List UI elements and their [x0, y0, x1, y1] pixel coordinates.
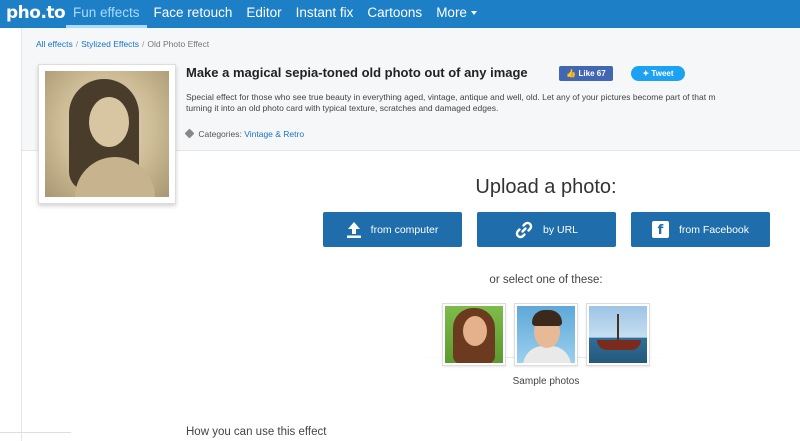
tag-icon	[184, 128, 195, 139]
upload-arrow-icon	[346, 221, 361, 238]
description-line-2: turning it into an old photo card with t…	[186, 103, 499, 113]
tweet-label: Tweet	[651, 69, 674, 78]
page-title: Make a magical sepia-toned old photo out…	[186, 65, 528, 80]
sample-photo-man[interactable]	[514, 303, 578, 366]
by-url-label: by URL	[542, 223, 578, 236]
upload-by-url-button[interactable]: by URL	[477, 212, 616, 247]
effect-preview-image	[38, 64, 176, 204]
sample-photos-caption: Sample photos	[512, 376, 580, 387]
main-nav: Fun effects Face retouch Editor Instant …	[66, 0, 484, 28]
categories-label: Categories:	[198, 129, 242, 139]
categories: Categories: Vintage & Retro	[184, 128, 304, 139]
sample-photo-boat[interactable]	[586, 303, 650, 366]
category-link-vintage-retro[interactable]: Vintage & Retro	[244, 129, 304, 139]
like-label: Like 67	[578, 69, 606, 78]
breadcrumb-separator: /	[75, 39, 79, 49]
top-navbar: pho.to Fun effects Face retouch Editor I…	[0, 0, 800, 28]
breadcrumb-current: Old Photo Effect	[147, 39, 210, 49]
thumbs-up-icon: 👍	[566, 69, 577, 78]
facebook-icon: f	[651, 221, 669, 238]
breadcrumb: All effects / Stylized Effects / Old Photo E…	[36, 39, 209, 49]
from-computer-label: from computer	[370, 223, 439, 236]
select-sample-text: or select one of these:	[489, 274, 603, 286]
link-icon	[515, 221, 533, 239]
breadcrumb-all-effects[interactable]: All effects	[36, 39, 73, 49]
tweet-button[interactable]: ✦ Tweet	[631, 66, 685, 81]
upload-heading: Upload a photo:	[475, 176, 617, 198]
description-line-1: Special effect for those who see true be…	[186, 92, 716, 102]
from-facebook-label: from Facebook	[678, 223, 750, 236]
upload-from-computer-button[interactable]: from computer	[323, 212, 462, 247]
footer-divider	[0, 432, 71, 433]
sample-photo-woman[interactable]	[442, 303, 506, 366]
facebook-like-button[interactable]: 👍 Like 67	[559, 66, 613, 81]
nav-more-dropdown[interactable]: More	[429, 0, 484, 28]
nav-face-retouch[interactable]: Face retouch	[147, 0, 240, 28]
nav-instant-fix[interactable]: Instant fix	[289, 0, 361, 28]
upload-from-facebook-button[interactable]: f from Facebook	[631, 212, 770, 247]
nav-fun-effects[interactable]: Fun effects	[66, 0, 147, 28]
nav-editor[interactable]: Editor	[239, 0, 288, 28]
breadcrumb-stylized-effects[interactable]: Stylized Effects	[81, 39, 139, 49]
effect-description: Special effect for those who see true be…	[186, 92, 800, 114]
nav-cartoons[interactable]: Cartoons	[360, 0, 429, 28]
site-logo[interactable]: pho.to	[6, 3, 66, 23]
how-to-use-heading: How you can use this effect	[186, 426, 327, 438]
breadcrumb-separator: /	[142, 39, 145, 49]
twitter-bird-icon: ✦	[642, 69, 650, 78]
